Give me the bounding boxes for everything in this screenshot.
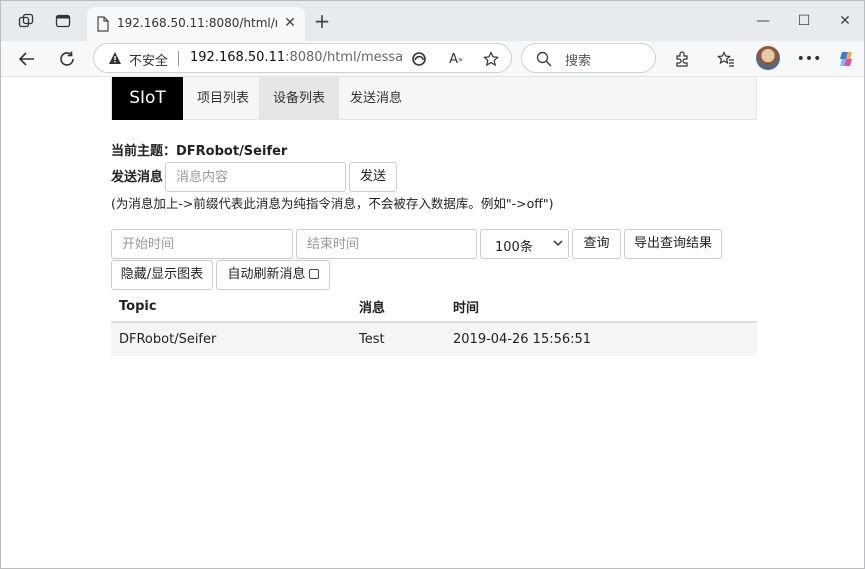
message-input[interactable] [165,162,346,192]
table-header-row: Topic 消息 时间 [111,291,757,323]
page-viewport: SIoT 项目列表 设备列表 发送消息 当前主题：DFRobot/Seifer … [1,77,864,568]
limit-selected-value: 100条 [495,240,533,255]
row-topic: DFRobot/Seifer [119,332,217,347]
chevron-down-icon [553,240,563,247]
tab-strip: 192.168.50.11:8080/html/messages.html ✕ … [1,1,864,41]
minimize-icon[interactable]: — [753,11,773,31]
extensions-icon[interactable] [671,48,693,70]
page-icon [97,16,109,32]
nav-item-projects[interactable]: 项目列表 [183,77,263,120]
start-time-input[interactable] [111,229,293,259]
toggle-chart-button[interactable]: 隐藏/显示图表 [111,260,213,290]
top-navbar: SIoT 项目列表 设备列表 发送消息 [111,77,757,120]
url-rest: :8080/html/messages... [285,50,402,65]
tab-actions-icon[interactable] [52,10,74,32]
row-time: 2019-04-26 15:56:51 [453,332,592,347]
send-message-label: 发送消息 [111,170,164,185]
header-time: 时间 [453,300,480,316]
tab-title: 192.168.50.11:8080/html/messages.html [117,16,277,30]
edge-translate-icon[interactable] [409,49,429,69]
header-message: 消息 [359,300,386,316]
header-topic: Topic [119,298,157,314]
url-text[interactable]: 192.168.50.11:8080/html/messages... [190,50,402,65]
export-results-button[interactable]: 导出查询结果 [624,229,722,259]
table-row: DFRobot/Seifer Test 2019-04-26 15:56:51 [111,323,757,356]
current-subject: 当前主题：DFRobot/Seifer [111,144,288,159]
end-time-input[interactable] [296,229,477,259]
favorite-star-icon[interactable] [481,49,501,69]
query-button[interactable]: 查询 [572,229,621,259]
address-separator [178,51,179,66]
copilot-icon[interactable] [835,48,857,70]
auto-refresh-toggle[interactable]: 自动刷新消息 [216,260,330,290]
send-button[interactable]: 发送 [349,162,397,192]
reload-icon[interactable] [55,47,79,71]
search-icon [536,51,552,67]
back-arrow-icon[interactable] [15,47,39,71]
search-box[interactable]: 搜索 [521,43,656,73]
browser-tab[interactable]: 192.168.50.11:8080/html/messages.html ✕ [87,7,305,41]
limit-select[interactable]: 100条 [480,229,569,259]
warning-icon[interactable] [108,51,122,65]
new-tab-icon[interactable]: + [313,11,331,31]
url-host: 192.168.50.11 [190,50,286,65]
row-message: Test [359,332,385,347]
profile-avatar[interactable] [756,46,780,70]
close-window-icon[interactable]: ✕ [835,11,855,31]
brand-logo[interactable]: SIoT [112,77,183,120]
auto-refresh-label: 自动刷新消息 [227,267,306,282]
address-bar[interactable]: 不安全 192.168.50.11:8080/html/messages... … [93,43,512,73]
close-tab-icon[interactable]: ✕ [281,14,299,32]
workspaces-icon[interactable] [15,10,37,32]
command-hint: (为消息加上->前缀代表此消息为纯指令消息，不会被存入数据库。例如"->off"… [111,196,554,211]
browser-toolbar: 不安全 192.168.50.11:8080/html/messages... … [1,41,864,77]
maximize-icon[interactable]: ☐ [794,11,814,31]
read-aloud-icon[interactable]: A» [446,49,466,69]
favorites-icon[interactable] [715,48,737,70]
nav-item-send-message[interactable]: 发送消息 [336,77,416,120]
auto-refresh-checkbox[interactable] [308,269,319,279]
nav-item-devices[interactable]: 设备列表 [259,77,340,120]
insecure-label[interactable]: 不安全 [129,50,168,69]
search-placeholder: 搜索 [565,54,592,69]
messages-table: Topic 消息 时间 DFRobot/Seifer Test 2019-04-… [111,291,757,356]
browser-window: 192.168.50.11:8080/html/messages.html ✕ … [0,0,865,569]
more-menu-icon[interactable]: ••• [797,48,822,70]
